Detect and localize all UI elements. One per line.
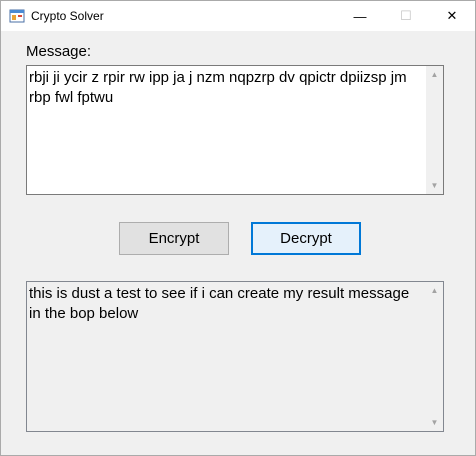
message-text[interactable]: rbji ji ycir z rpir rw ipp ja j nzm nqpz… — [29, 68, 423, 108]
message-label: Message: — [26, 43, 92, 60]
maximize-icon: ☐ — [400, 8, 412, 23]
message-scrollbar[interactable]: ▲ ▼ — [426, 66, 443, 194]
title-bar[interactable]: Crypto Solver — ☐ ✕ — [1, 1, 475, 31]
result-text: this is dust a test to see if i can crea… — [29, 285, 414, 322]
encrypt-button[interactable]: Encrypt — [119, 222, 229, 255]
result-scrollbar[interactable]: ▲ ▼ — [426, 282, 443, 431]
window-title: Crypto Solver — [31, 9, 104, 23]
scroll-up-icon[interactable]: ▲ — [426, 282, 443, 299]
result-textbox[interactable]: this is dust a test to see if i can crea… — [26, 281, 444, 432]
scroll-up-icon[interactable]: ▲ — [426, 66, 443, 83]
app-window: Crypto Solver — ☐ ✕ Message: rbji ji yci… — [0, 0, 476, 456]
message-textbox[interactable]: rbji ji ycir z rpir rw ipp ja j nzm nqpz… — [26, 65, 444, 195]
app-icon — [9, 8, 25, 24]
decrypt-button[interactable]: Decrypt — [251, 222, 361, 255]
scroll-down-icon[interactable]: ▼ — [426, 177, 443, 194]
minimize-icon[interactable]: — — [337, 1, 383, 31]
close-icon[interactable]: ✕ — [429, 1, 475, 31]
scroll-down-icon[interactable]: ▼ — [426, 414, 443, 431]
